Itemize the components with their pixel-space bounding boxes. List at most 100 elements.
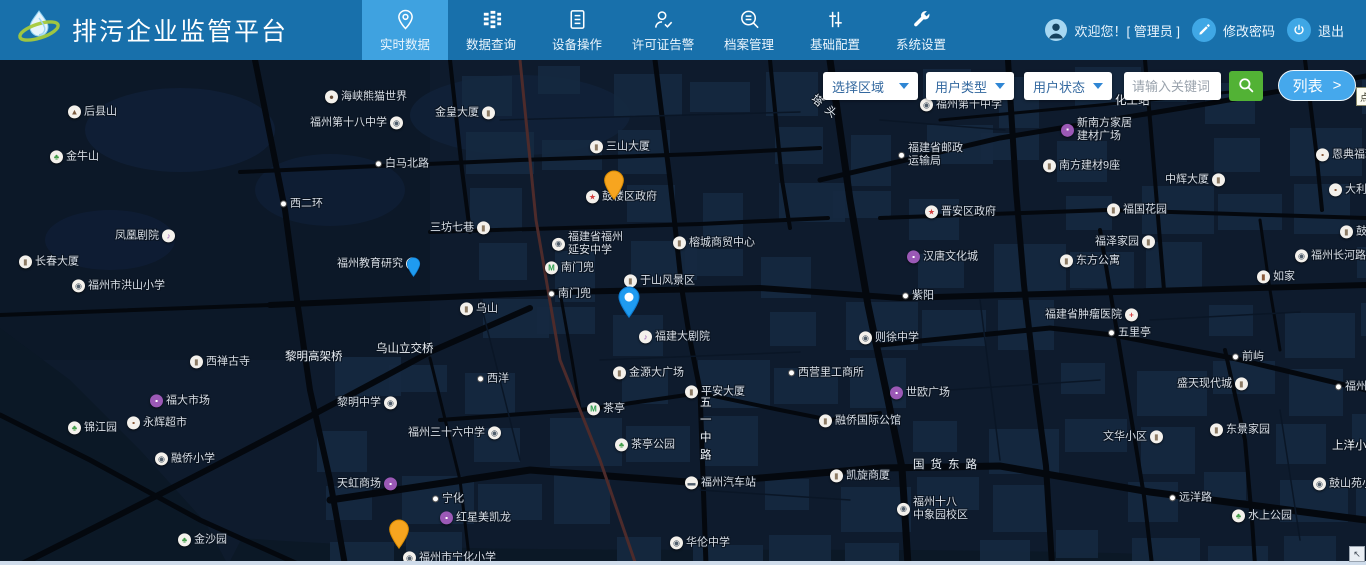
brand: 排污企业监管平台 <box>0 0 362 60</box>
subway-icon: M <box>587 403 600 416</box>
park-icon: ♣ <box>615 439 628 452</box>
keyword-input[interactable] <box>1124 72 1221 100</box>
nav-tab-2[interactable]: 数据查询 <box>448 0 534 60</box>
nav-tab-label: 系统设置 <box>896 34 946 53</box>
music-icon: ♪ <box>639 331 652 344</box>
region-dropdown[interactable]: 选择区域 <box>823 72 918 100</box>
building-icon: ▮ <box>1235 378 1248 391</box>
user-area: 欢迎您！[ 管理员 ] 修改密码 退出 <box>1044 0 1366 60</box>
power-icon[interactable] <box>1287 18 1311 42</box>
map-poi-label: ◉福州长河路 <box>1295 249 1366 262</box>
nav-tab-4[interactable]: 许可证告警 <box>620 0 706 60</box>
school-icon: ◉ <box>1295 250 1308 263</box>
nav-tab-3[interactable]: 设备操作 <box>534 0 620 60</box>
nav-tab-7[interactable]: 系统设置 <box>878 0 964 60</box>
map-marker-orange[interactable] <box>603 170 625 205</box>
road-label: 五一中路 <box>697 396 711 466</box>
park-icon: ♣ <box>1232 510 1245 523</box>
map-poi-label: 宁化 <box>432 492 464 505</box>
map-marker-blue[interactable] <box>617 286 641 323</box>
main-nav: 实时数据数据查询 设备操作 许可证告警档案管理基础配置系统设置 <box>362 0 964 60</box>
map-tiles <box>0 60 1366 565</box>
chevron-down-icon <box>1093 83 1103 89</box>
map-canvas[interactable]: ▲后县山♣金牛山●海峡熊猫世界福州第十八中学◉白马北路西二环金皇大厦▮▮三山大厦… <box>0 60 1366 565</box>
map-poi-label: ▬福州汽车站 <box>685 476 756 489</box>
map-corner-control[interactable]: 点 <box>1356 87 1366 106</box>
map-poi-label: 金皇大厦▮ <box>435 106 495 119</box>
nav-tab-1[interactable]: 实时数据 <box>362 0 448 60</box>
map-poi-label: 白马北路 <box>375 157 429 170</box>
map-poi-label: ▮南方建材9座 <box>1043 159 1120 172</box>
map-poi-label: 福州第十八中学◉ <box>310 116 403 129</box>
shop-icon: ▪ <box>1329 184 1342 197</box>
gov-star-icon: ★ <box>925 206 938 219</box>
avatar <box>1044 18 1068 42</box>
building-icon: ▮ <box>613 367 626 380</box>
school-icon: ◉ <box>859 332 872 345</box>
search-icon <box>1237 76 1255 97</box>
school-icon: ◉ <box>488 427 501 440</box>
map-poi-label: 文华小区▮ <box>1103 430 1163 443</box>
music-icon: ♪ <box>162 230 175 243</box>
welcome-text: 欢迎您！[ 管理员 ] <box>1075 21 1180 40</box>
map-poi-label: ◉则徐中学 <box>859 331 919 344</box>
logout-link[interactable]: 退出 <box>1318 21 1344 40</box>
map-poi-label: ▮榕城商贸中心 <box>673 236 755 249</box>
map-pan-control[interactable]: ↖ <box>1349 546 1365 562</box>
mountain-icon: ▲ <box>68 106 81 119</box>
search-button[interactable] <box>1229 71 1263 101</box>
list-button[interactable]: 列表 > <box>1278 70 1356 101</box>
sliders-icon <box>824 8 847 31</box>
map-poi-label: 紫阳 <box>902 289 934 302</box>
nav-tab-5[interactable]: 档案管理 <box>706 0 792 60</box>
mall-icon: ▪ <box>1061 124 1074 137</box>
map-poi-label: ▮三山大厦 <box>590 140 650 153</box>
nav-tab-label: 设备操作 <box>552 34 602 53</box>
building-icon: ▮ <box>190 356 203 369</box>
map-poi-label: ▮长春大厦 <box>19 255 79 268</box>
map-poi-label: ◉鼓山苑小区 <box>1313 477 1366 490</box>
map-marker-blue[interactable] <box>406 257 421 282</box>
school-icon: ◉ <box>72 280 85 293</box>
map-poi-label: 西洋 <box>477 372 509 385</box>
map-poi-label: ▮东景家园 <box>1210 423 1270 436</box>
user-check-icon <box>652 8 675 31</box>
edit-password-icon[interactable] <box>1192 18 1216 42</box>
map-poi-label: ▮福国花园 <box>1107 203 1167 216</box>
nav-tab-label: 数据查询 <box>466 34 516 53</box>
nav-tab-label: 许可证告警 <box>632 34 695 53</box>
chevron-down-icon <box>899 83 909 89</box>
building-icon: ▮ <box>673 237 686 250</box>
road-dot-icon <box>477 376 484 383</box>
map-poi-label: 西二环 <box>280 197 323 210</box>
map-poi-label: ▪红星美凯龙 <box>440 511 511 524</box>
change-password-link[interactable]: 修改密码 <box>1223 21 1275 40</box>
road-dot-icon <box>898 152 905 159</box>
map-poi-label: ▮融侨国际公馆 <box>819 414 901 427</box>
user-status-dropdown[interactable]: 用户状态 <box>1024 72 1112 100</box>
school-icon: ◉ <box>920 99 933 112</box>
map-poi-label: ◉融侨小学 <box>155 452 215 465</box>
road-dot-icon <box>280 201 287 208</box>
map-poi-label: 三坊七巷▮ <box>430 221 490 234</box>
map-poi-label: ▪永辉超市 <box>127 416 187 429</box>
map-poi-label: ▪汉唐文化城 <box>907 250 978 263</box>
gov-star-icon: ★ <box>586 191 599 204</box>
user-type-dropdown[interactable]: 用户类型 <box>926 72 1014 100</box>
building-icon: ▮ <box>819 415 832 428</box>
map-poi-label: 福州 <box>1335 380 1366 393</box>
map-poi-label: 福州三十六中学◉ <box>408 426 501 439</box>
map-poi-label: ◉福州市洪山小学 <box>72 279 165 292</box>
map-poi-label: M南门兜 <box>545 261 594 274</box>
bus-icon: ▬ <box>685 477 698 490</box>
building-icon: ▮ <box>1212 174 1225 187</box>
building-icon: ▮ <box>1142 236 1155 249</box>
mall-icon: ▪ <box>440 512 453 525</box>
road-dot-icon <box>902 293 909 300</box>
map-poi-label: ▪世欧广场 <box>890 386 950 399</box>
map-poi-label: ▪大利家 <box>1329 183 1366 196</box>
nav-tab-6[interactable]: 基础配置 <box>792 0 878 60</box>
map-poi-label: ●海峡熊猫世界 <box>325 90 407 103</box>
map-marker-orange[interactable] <box>388 519 410 554</box>
road-dot-icon <box>1169 495 1176 502</box>
